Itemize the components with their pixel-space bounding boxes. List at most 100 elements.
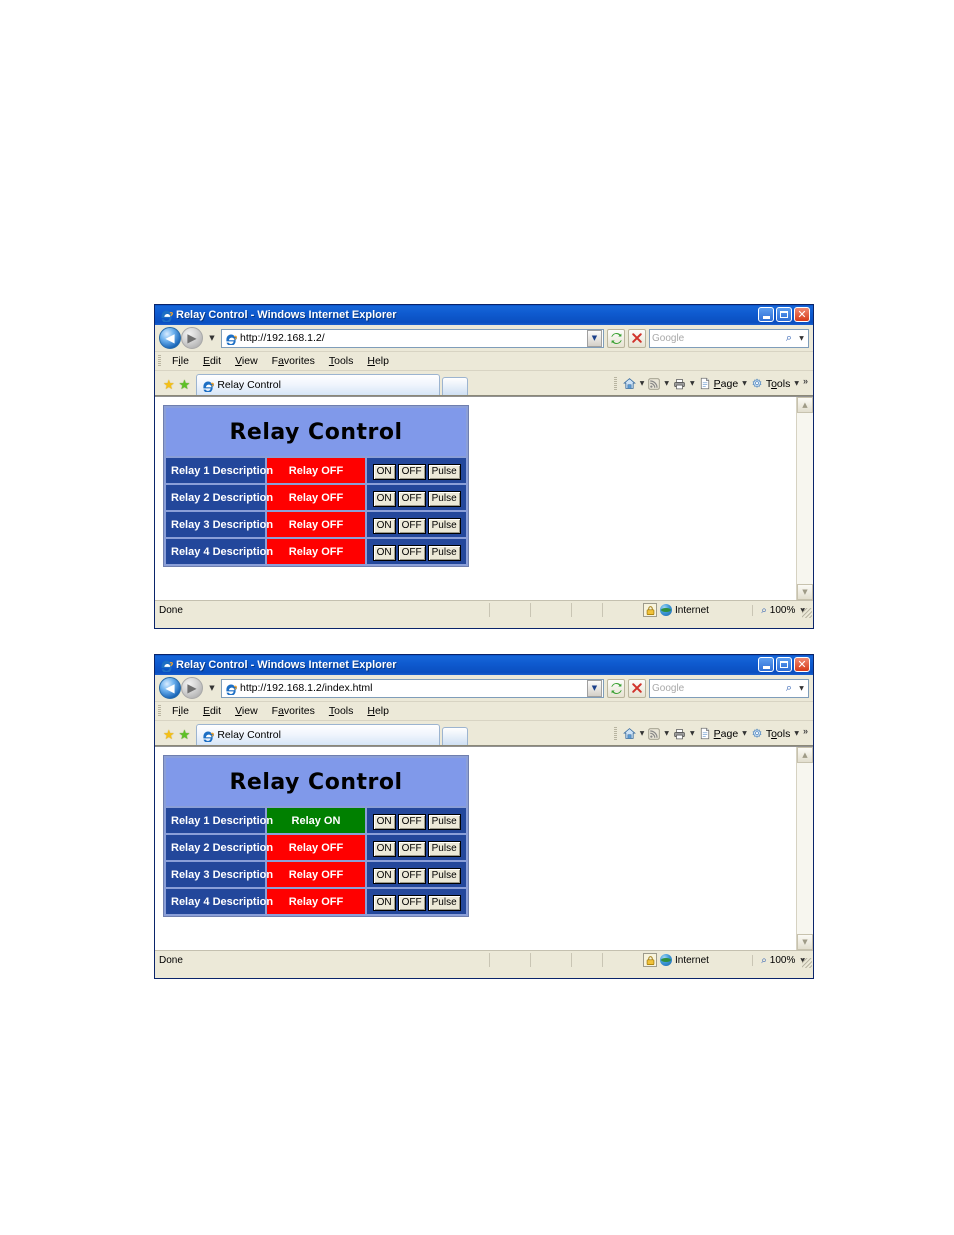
search-box[interactable]: Google ⌕ ▼ — [649, 678, 809, 698]
scrollbar-track[interactable] — [797, 763, 813, 934]
relay-pulse-button[interactable]: Pulse — [427, 518, 461, 534]
relay-off-button[interactable]: OFF — [397, 895, 426, 911]
vertical-scrollbar[interactable]: ▲ ▼ — [796, 747, 813, 950]
relay-pulse-button[interactable]: Pulse — [427, 814, 461, 830]
relay-pulse-button[interactable]: Pulse — [427, 491, 461, 507]
menu-item-favorites[interactable]: Favorites — [265, 354, 322, 368]
rss-feed-icon[interactable] — [648, 725, 661, 742]
browser-window-2[interactable]: Relay Control - Windows Internet Explore… — [154, 654, 814, 979]
resize-grip[interactable] — [802, 608, 812, 618]
maximize-button[interactable] — [776, 657, 792, 672]
scroll-up-icon[interactable]: ▲ — [797, 397, 813, 413]
title-bar[interactable]: Relay Control - Windows Internet Explore… — [155, 305, 813, 325]
close-button[interactable]: ✕ — [794, 657, 810, 672]
relay-pulse-button[interactable]: Pulse — [427, 545, 461, 561]
relay-off-button[interactable]: OFF — [397, 518, 426, 534]
print-dropdown-icon[interactable]: ▼ — [688, 730, 697, 737]
close-button[interactable]: ✕ — [794, 307, 810, 322]
recent-pages-dropdown-icon[interactable]: ▼ — [206, 328, 218, 348]
search-icon[interactable]: ⌕ — [781, 331, 797, 346]
page-menu-icon[interactable] — [699, 375, 711, 392]
address-dropdown-icon[interactable]: ▼ — [587, 679, 602, 697]
feeds-dropdown-icon[interactable]: ▼ — [662, 380, 671, 387]
forward-button[interactable]: ▶ — [181, 327, 203, 349]
menu-item-edit[interactable]: Edit — [196, 354, 228, 368]
refresh-button[interactable] — [607, 328, 625, 348]
menu-item-view[interactable]: View — [228, 704, 265, 718]
gear-icon[interactable] — [751, 375, 763, 392]
recent-pages-dropdown-icon[interactable]: ▼ — [206, 678, 218, 698]
add-to-favorites-icon[interactable]: ★ — [179, 379, 191, 392]
search-provider-dropdown-icon[interactable]: ▼ — [797, 681, 806, 696]
address-bar[interactable]: http://192.168.1.2/ ▼ — [221, 328, 604, 348]
relay-on-button[interactable]: ON — [372, 814, 396, 830]
tools-dropdown-icon[interactable]: ▼ — [792, 730, 801, 737]
vertical-scrollbar[interactable]: ▲ ▼ — [796, 397, 813, 600]
home-dropdown-icon[interactable]: ▼ — [638, 380, 647, 387]
home-dropdown-icon[interactable]: ▼ — [638, 730, 647, 737]
relay-off-button[interactable]: OFF — [397, 491, 426, 507]
scroll-up-icon[interactable]: ▲ — [797, 747, 813, 763]
rss-feed-icon[interactable] — [648, 375, 661, 392]
relay-on-button[interactable]: ON — [372, 545, 396, 561]
security-zone[interactable]: Internet — [602, 953, 752, 967]
resize-grip[interactable] — [802, 958, 812, 968]
menu-item-help[interactable]: Help — [360, 704, 396, 718]
forward-button[interactable]: ▶ — [181, 677, 203, 699]
relay-off-button[interactable]: OFF — [397, 841, 426, 857]
page-menu-icon[interactable] — [699, 725, 711, 742]
menu-item-file[interactable]: File — [165, 354, 196, 368]
back-button[interactable]: ◀ — [159, 327, 181, 349]
new-tab-button[interactable] — [442, 377, 469, 395]
relay-pulse-button[interactable]: Pulse — [427, 841, 461, 857]
feeds-dropdown-icon[interactable]: ▼ — [662, 730, 671, 737]
search-box[interactable]: Google ⌕ ▼ — [649, 328, 809, 348]
gear-icon[interactable] — [751, 725, 763, 742]
page-menu-label[interactable]: Page — [713, 728, 739, 740]
menu-item-favorites[interactable]: Favorites — [265, 704, 322, 718]
relay-on-button[interactable]: ON — [372, 464, 396, 480]
relay-off-button[interactable]: OFF — [397, 868, 426, 884]
favorites-center-icon[interactable]: ★ — [163, 379, 175, 392]
search-provider-dropdown-icon[interactable]: ▼ — [797, 331, 806, 346]
minimize-button[interactable] — [758, 657, 774, 672]
relay-off-button[interactable]: OFF — [397, 464, 426, 480]
relay-on-button[interactable]: ON — [372, 518, 396, 534]
refresh-button[interactable] — [607, 678, 625, 698]
favorites-center-icon[interactable]: ★ — [163, 729, 175, 742]
relay-on-button[interactable]: ON — [372, 841, 396, 857]
maximize-button[interactable] — [776, 307, 792, 322]
toolbar-overflow-icon[interactable]: » — [803, 725, 808, 736]
menu-item-edit[interactable]: Edit — [196, 704, 228, 718]
scrollbar-track[interactable] — [797, 413, 813, 584]
scroll-down-icon[interactable]: ▼ — [797, 934, 813, 950]
scroll-down-icon[interactable]: ▼ — [797, 584, 813, 600]
minimize-button[interactable] — [758, 307, 774, 322]
relay-pulse-button[interactable]: Pulse — [427, 868, 461, 884]
relay-on-button[interactable]: ON — [372, 491, 396, 507]
print-icon[interactable] — [673, 725, 686, 742]
browser-tab[interactable]: Relay Control — [196, 374, 441, 395]
browser-tab[interactable]: Relay Control — [196, 724, 441, 745]
address-bar[interactable]: http://192.168.1.2/index.html ▼ — [221, 678, 604, 698]
relay-pulse-button[interactable]: Pulse — [427, 895, 461, 911]
menu-item-tools[interactable]: Tools — [322, 704, 361, 718]
stop-button[interactable] — [628, 678, 646, 698]
new-tab-button[interactable] — [442, 727, 469, 745]
tools-menu-label[interactable]: Tools — [765, 728, 791, 740]
page-dropdown-icon[interactable]: ▼ — [740, 730, 749, 737]
print-dropdown-icon[interactable]: ▼ — [688, 380, 697, 387]
menu-item-view[interactable]: View — [228, 354, 265, 368]
relay-on-button[interactable]: ON — [372, 868, 396, 884]
browser-window-1[interactable]: Relay Control - Windows Internet Explore… — [154, 304, 814, 629]
menu-item-help[interactable]: Help — [360, 354, 396, 368]
relay-on-button[interactable]: ON — [372, 895, 396, 911]
menu-item-tools[interactable]: Tools — [322, 354, 361, 368]
security-zone[interactable]: Internet — [602, 603, 752, 617]
page-dropdown-icon[interactable]: ▼ — [740, 380, 749, 387]
menu-item-file[interactable]: File — [165, 704, 196, 718]
stop-button[interactable] — [628, 328, 646, 348]
tools-menu-label[interactable]: Tools — [765, 378, 791, 390]
relay-pulse-button[interactable]: Pulse — [427, 464, 461, 480]
print-icon[interactable] — [673, 375, 686, 392]
